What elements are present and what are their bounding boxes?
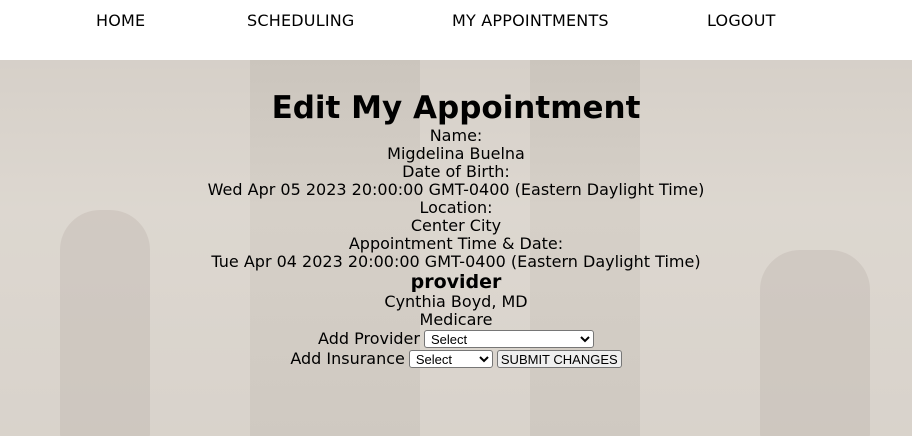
add-provider-row: Add Provider Select (0, 329, 912, 349)
appointment-time-label: Appointment Time & Date: (348, 234, 564, 253)
location-value: Center City (410, 216, 502, 235)
dob-value: Wed Apr 05 2023 20:00:00 GMT-0400 (Easte… (207, 180, 705, 199)
dob-label: Date of Birth: (402, 162, 510, 181)
provider-heading: provider (410, 271, 502, 293)
location-label: Location: (419, 198, 493, 217)
top-navigation: HOME SCHEDULING MY APPOINTMENTS LOGOUT (0, 0, 912, 60)
edit-appointment-panel: Edit My Appointment Name: Migdelina Buel… (0, 60, 912, 369)
add-provider-label: Add Provider (318, 329, 420, 348)
page-title: Edit My Appointment (271, 90, 641, 126)
appointment-time-value: Tue Apr 04 2023 20:00:00 GMT-0400 (Easte… (211, 252, 701, 271)
add-insurance-row: Add Insurance Select SUBMIT CHANGES (0, 349, 912, 369)
insurance-select[interactable]: Select (408, 350, 493, 368)
nav-my-appointments-link[interactable]: MY APPOINTMENTS (452, 11, 609, 30)
insurance-value: Medicare (419, 310, 493, 329)
add-insurance-label: Add Insurance (290, 349, 405, 368)
nav-home-link[interactable]: HOME (96, 11, 145, 30)
name-label: Name: (429, 126, 483, 145)
provider-value: Cynthia Boyd, MD (384, 292, 528, 311)
nav-logout-link[interactable]: LOGOUT (707, 11, 776, 30)
name-value: Migdelina Buelna (387, 144, 525, 163)
nav-scheduling-link[interactable]: SCHEDULING (247, 11, 355, 30)
provider-select[interactable]: Select (423, 330, 594, 348)
submit-changes-button[interactable]: SUBMIT CHANGES (496, 350, 622, 368)
